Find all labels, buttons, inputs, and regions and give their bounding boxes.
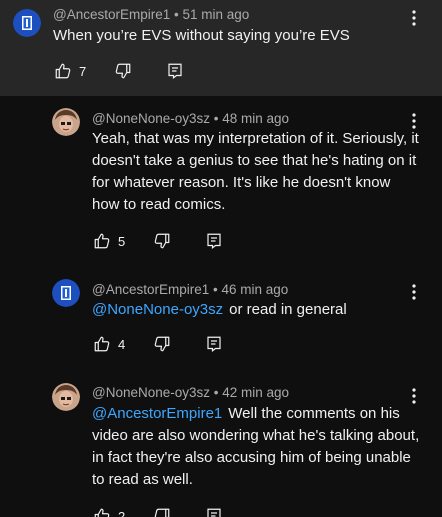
face-avatar-icon — [52, 383, 80, 411]
comment-text: @NoneNone-oy3sz or read in general — [92, 301, 347, 318]
thumbs-up-icon — [92, 231, 112, 251]
reply-icon — [207, 336, 221, 352]
comment-meta: @AncestorEmpire1 • 46 min ago — [92, 282, 289, 297]
reply-button[interactable] — [204, 334, 224, 354]
like-count: 5 — [118, 233, 126, 249]
avatar[interactable] — [52, 383, 80, 411]
avatar[interactable] — [52, 279, 80, 307]
avatar[interactable] — [52, 108, 80, 136]
like-count: 2 — [118, 508, 126, 517]
timestamp[interactable]: 48 min ago — [222, 111, 289, 126]
reply-button[interactable] — [204, 506, 224, 517]
reply-button[interactable] — [165, 61, 185, 81]
timestamp[interactable]: 42 min ago — [222, 385, 289, 400]
more-vertical-icon — [412, 284, 416, 300]
more-vertical-icon — [412, 113, 416, 129]
thumbs-down-icon — [154, 336, 170, 352]
comment-text: Yeah, that was my interpretation of it. … — [92, 130, 419, 213]
more-actions-button[interactable] — [406, 8, 422, 28]
thumbs-up-icon — [53, 61, 73, 81]
comment-actions: 2 — [92, 506, 224, 517]
like-button[interactable]: 4 — [92, 334, 125, 354]
thumbs-up-icon — [92, 334, 112, 354]
like-button[interactable]: 2 — [92, 506, 125, 517]
comment-text: @AncestorEmpire1 Well the comments on his… — [92, 405, 420, 488]
comment-text: When you’re EVS without saying you’re EV… — [53, 27, 350, 44]
more-actions-button[interactable] — [406, 386, 422, 406]
author-handle[interactable]: @AncestorEmpire1 — [53, 7, 170, 22]
dislike-button[interactable] — [152, 334, 172, 354]
comment-actions: 5 — [92, 231, 224, 251]
blue-flag-avatar-icon — [52, 279, 80, 307]
dislike-button[interactable] — [152, 231, 172, 251]
dislike-button[interactable] — [113, 61, 133, 81]
thumbs-down-icon — [115, 63, 131, 79]
like-count: 4 — [118, 336, 126, 352]
comment-actions: 7 — [53, 61, 185, 81]
reply-button[interactable] — [204, 231, 224, 251]
comment-meta: @NoneNone-oy3sz • 48 min ago — [92, 111, 290, 126]
reply-icon — [207, 233, 221, 249]
author-handle[interactable]: @NoneNone-oy3sz — [92, 111, 210, 126]
timestamp[interactable]: 51 min ago — [182, 7, 249, 22]
like-button[interactable]: 7 — [53, 61, 86, 81]
more-actions-button[interactable] — [406, 111, 422, 131]
comment-meta: @AncestorEmpire1 • 51 min ago — [53, 7, 250, 22]
mention-link[interactable]: @NoneNone-oy3sz — [92, 301, 223, 318]
comment-meta: @NoneNone-oy3sz • 42 min ago — [92, 385, 290, 400]
author-handle[interactable]: @AncestorEmpire1 — [92, 282, 209, 297]
avatar[interactable] — [13, 9, 41, 37]
thumbs-up-icon — [92, 506, 112, 517]
like-button[interactable]: 5 — [92, 231, 125, 251]
reply-icon — [207, 508, 221, 517]
reply-icon — [168, 63, 182, 79]
mention-link[interactable]: @AncestorEmpire1 — [92, 405, 222, 422]
more-actions-button[interactable] — [406, 282, 422, 302]
like-count: 7 — [79, 63, 87, 79]
dislike-button[interactable] — [152, 506, 172, 517]
face-avatar-icon — [52, 108, 80, 136]
more-vertical-icon — [412, 10, 416, 26]
author-handle[interactable]: @NoneNone-oy3sz — [92, 385, 210, 400]
comment-actions: 4 — [92, 334, 224, 354]
blue-flag-avatar-icon — [13, 9, 41, 37]
thumbs-down-icon — [154, 508, 170, 517]
thumbs-down-icon — [154, 233, 170, 249]
more-vertical-icon — [412, 388, 416, 404]
timestamp[interactable]: 46 min ago — [221, 282, 288, 297]
